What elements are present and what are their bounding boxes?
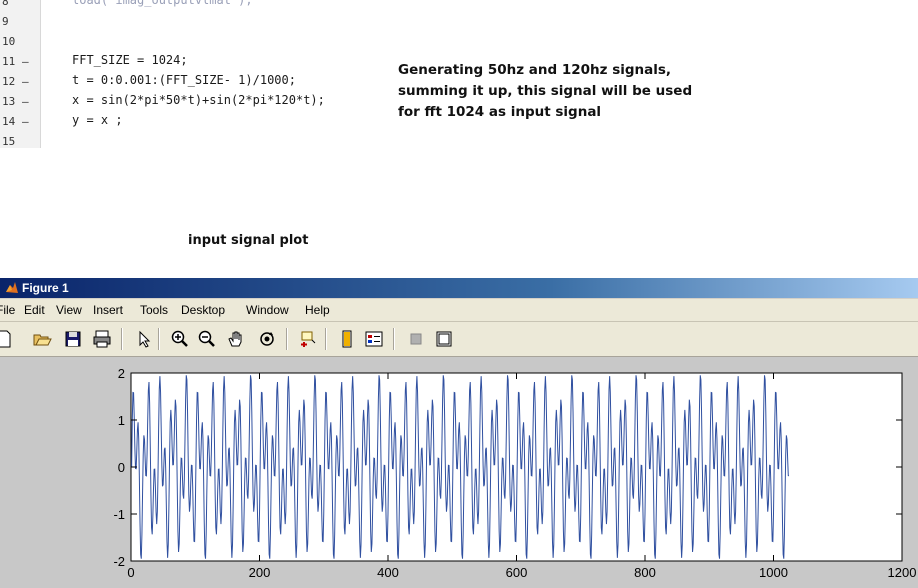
rotate-3d-icon[interactable] <box>257 329 277 349</box>
menu-edit[interactable]: Edit <box>24 303 45 317</box>
figure-menubar: File Edit View Insert Tools Desktop Window Help <box>0 299 918 322</box>
line-number: 15 <box>2 135 16 148</box>
annotation-line-3: for fft 1024 as input signal <box>398 104 602 120</box>
menu-desktop[interactable]: Desktop <box>181 303 225 317</box>
x-tick-label: 400 <box>377 565 399 580</box>
y-tick-label: 2 <box>118 366 125 381</box>
new-figure-icon[interactable] <box>0 329 14 349</box>
toolbar-separator <box>393 328 395 350</box>
print-icon[interactable] <box>92 329 112 349</box>
line-number: 10 <box>2 35 16 48</box>
x-tick-label: 800 <box>634 565 656 580</box>
breakpoint-dash[interactable]: – <box>22 95 60 108</box>
data-cursor-icon[interactable] <box>298 329 318 349</box>
line-number: 8 <box>2 0 9 8</box>
hide-plot-tools-icon[interactable] <box>406 329 426 349</box>
y-tick-label: -1 <box>113 507 125 522</box>
y-tick-label: -2 <box>113 554 125 569</box>
line-number: 9 <box>2 15 9 28</box>
figure-window: Figure 1 File Edit View Insert Tools Desktop W… <box>0 278 918 588</box>
x-tick-label: 1200 <box>888 565 917 580</box>
figure-toolbar <box>0 322 918 357</box>
breakpoint-dash[interactable]: – <box>22 115 60 128</box>
code-line[interactable]: FFT_SIZE = 1024; <box>72 53 188 67</box>
colorbar-icon[interactable] <box>337 329 357 349</box>
code-line[interactable]: y = x ; <box>72 113 123 127</box>
toolbar-separator <box>325 328 327 350</box>
signal-plot[interactable]: 0 200 400 600 800 1000 1200 -2 -1 0 1 2 <box>0 357 918 588</box>
figure-titlebar[interactable]: Figure 1 <box>0 278 918 298</box>
toolbar-separator <box>121 328 123 350</box>
annotation-line-2: summing it up, this signal will be used <box>398 83 693 99</box>
menu-file[interactable]: File <box>0 303 15 317</box>
legend-icon[interactable] <box>364 329 384 349</box>
menu-view[interactable]: View <box>56 303 82 317</box>
annotation-text: Generating 50hz and 120hz signals, summi… <box>398 60 718 123</box>
x-tick-label: 600 <box>506 565 528 580</box>
figure-title: Figure 1 <box>22 281 69 295</box>
menu-window[interactable]: Window <box>246 303 289 317</box>
zoom-out-icon[interactable] <box>197 329 217 349</box>
code-line[interactable]: load('imag_outputvlmat'); <box>72 0 253 7</box>
pointer-arrow-icon[interactable] <box>134 329 154 349</box>
annotation-line-1: Generating 50hz and 120hz signals, <box>398 62 672 78</box>
plot-area: 0 200 400 600 800 1000 1200 -2 -1 0 1 2 <box>0 357 918 588</box>
breakpoint-dash[interactable]: – <box>22 55 60 68</box>
toolbar-separator <box>158 328 160 350</box>
breakpoint-dash[interactable]: – <box>22 75 60 88</box>
code-line[interactable]: x = sin(2*pi*50*t)+sin(2*pi*120*t); <box>72 93 325 107</box>
menu-insert[interactable]: Insert <box>93 303 123 317</box>
menu-help[interactable]: Help <box>305 303 330 317</box>
plot-caption: input signal plot <box>188 233 309 248</box>
zoom-in-icon[interactable] <box>170 329 190 349</box>
open-file-icon[interactable] <box>32 329 52 349</box>
code-editor: 8 load('imag_outputvlmat'); 9 10 11– FFT_SIZE… <box>0 0 393 148</box>
y-tick-label: 0 <box>118 460 125 475</box>
menu-tools[interactable]: Tools <box>140 303 168 317</box>
y-tick-label: 1 <box>118 413 125 428</box>
x-tick-label: 200 <box>249 565 271 580</box>
matlab-logo-icon <box>6 282 18 293</box>
toolbar-separator <box>286 328 288 350</box>
pan-hand-icon[interactable] <box>226 329 246 349</box>
show-plot-tools-icon[interactable] <box>434 329 454 349</box>
x-tick-label: 1000 <box>759 565 788 580</box>
code-line[interactable]: t = 0:0.001:(FFT_SIZE- 1)/1000; <box>72 73 296 87</box>
save-icon[interactable] <box>63 329 83 349</box>
x-tick-label: 0 <box>127 565 134 580</box>
